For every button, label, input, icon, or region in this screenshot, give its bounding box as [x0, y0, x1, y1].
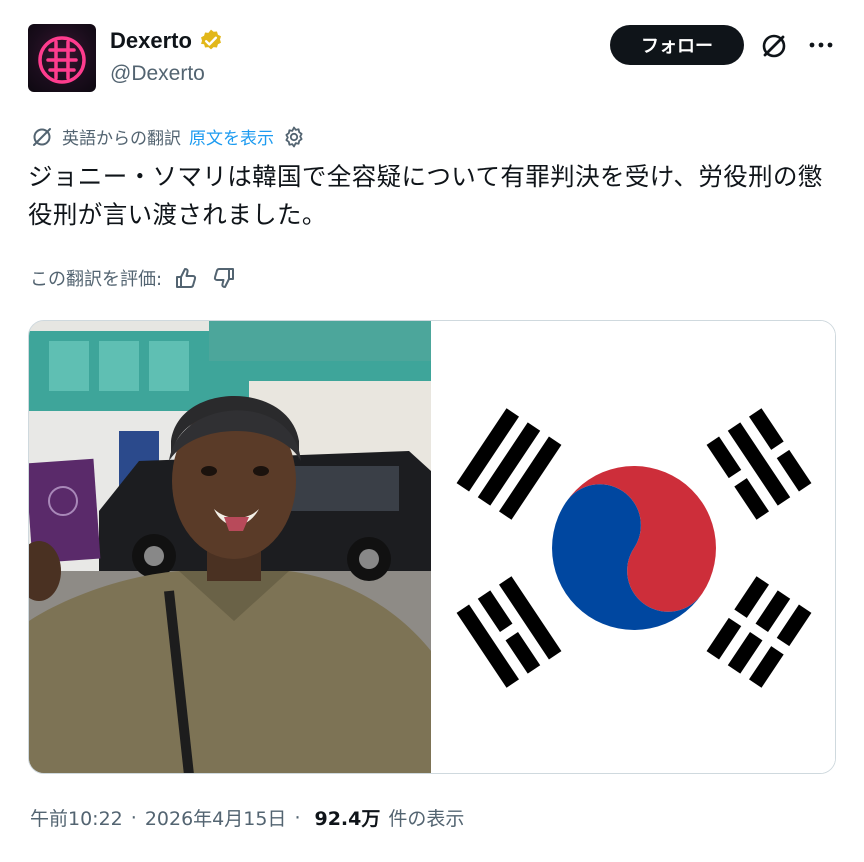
- grok-icon[interactable]: [758, 30, 790, 62]
- views-count[interactable]: 92.4万: [314, 804, 380, 831]
- translated-from-label: 英語からの翻訳: [62, 129, 181, 149]
- tweet-text: ジョニー・ソマリは韓国で全容疑について有罪判決を受け、労役刑の懲役刑が言い渡され…: [28, 162, 823, 229]
- author-avatar[interactable]: [28, 24, 96, 92]
- tweet-time[interactable]: 午前10:22: [30, 804, 123, 831]
- rate-translation-row: この翻訳を評価:: [30, 264, 238, 292]
- media-flag[interactable]: [431, 321, 835, 773]
- show-original-link[interactable]: 原文を表示: [189, 124, 274, 149]
- thumbs-up-icon[interactable]: [172, 264, 200, 292]
- rate-translation-label: この翻訳を評価:: [30, 269, 163, 290]
- meta-separator: ·: [294, 806, 301, 829]
- verified-badge-icon: [200, 29, 221, 50]
- views-label: 件の表示: [388, 808, 465, 830]
- media-photo[interactable]: [29, 321, 431, 773]
- south-korea-flag: [431, 321, 835, 773]
- dexerto-logo-icon: [38, 36, 86, 84]
- gear-icon[interactable]: [282, 125, 306, 149]
- meta-separator: ·: [130, 806, 137, 829]
- author-name-row[interactable]: Dexerto: [110, 28, 224, 54]
- author-display-name[interactable]: Dexerto: [110, 28, 192, 54]
- translate-icon: [33, 127, 51, 146]
- tweet-meta: 午前10:22 · 2026年4月15日 · 92.4万 件の表示: [30, 804, 464, 831]
- follow-button[interactable]: フォロー: [610, 25, 744, 65]
- more-horizontal-icon[interactable]: [806, 30, 836, 60]
- thumbs-down-icon[interactable]: [210, 264, 238, 292]
- tweet-media[interactable]: [28, 320, 836, 774]
- photo-man-with-passport: [29, 321, 431, 773]
- tweet-date[interactable]: 2026年4月15日: [145, 804, 287, 831]
- translation-row: 英語からの翻訳 原文を表示: [30, 124, 306, 149]
- author-handle[interactable]: @Dexerto: [110, 62, 205, 86]
